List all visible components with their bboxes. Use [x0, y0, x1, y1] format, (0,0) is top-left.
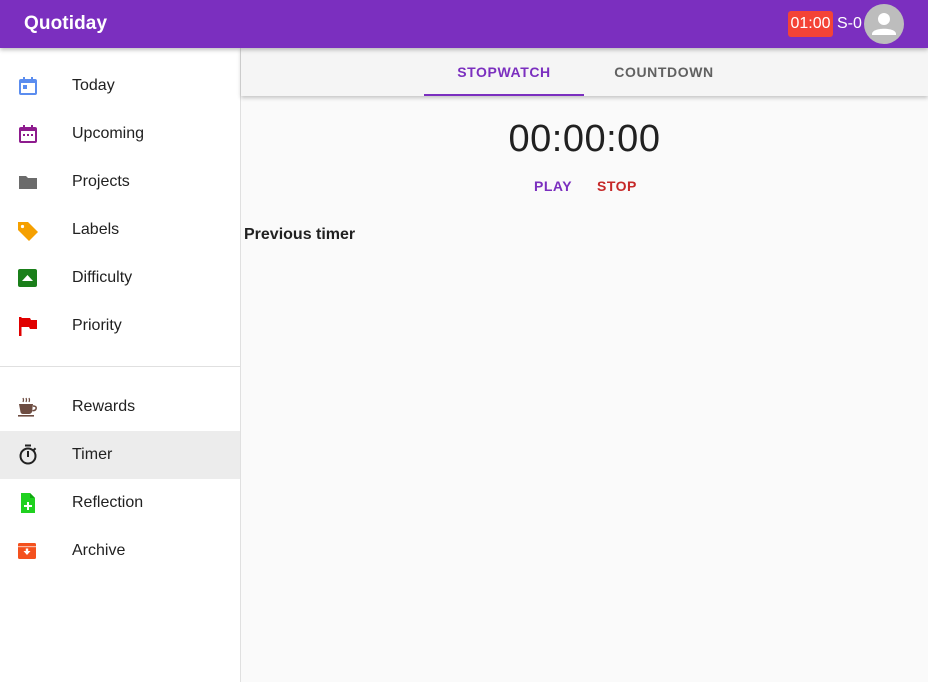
- sidebar-item-projects[interactable]: Projects: [0, 158, 240, 206]
- tab-indicator: [424, 94, 584, 96]
- sidebar-item-label: Labels: [72, 221, 120, 238]
- sidebar-divider: [0, 366, 240, 367]
- avatar[interactable]: [864, 4, 904, 44]
- calendar-today-icon: [16, 74, 40, 98]
- stop-button[interactable]: STOP: [597, 178, 637, 198]
- streak-counter: S-0: [837, 15, 862, 32]
- stopwatch-icon: [16, 443, 40, 467]
- timer-tabs: STOPWATCH COUNTDOWN: [241, 48, 928, 96]
- app-title[interactable]: Quotiday: [24, 13, 107, 35]
- archive-icon: [16, 539, 40, 563]
- sidebar-item-label: Today: [72, 77, 115, 94]
- previous-timer-heading: Previous timer: [244, 226, 356, 243]
- sidebar-item-archive[interactable]: Archive: [0, 527, 240, 575]
- person-icon: [872, 13, 896, 35]
- app-bar: Quotiday 01:00 S-0: [0, 0, 928, 48]
- sidebar-item-label: Difficulty: [72, 269, 133, 286]
- flag-icon: [16, 314, 40, 338]
- sidebar-item-label: Priority: [72, 317, 122, 334]
- sidebar-item-upcoming[interactable]: Upcoming: [0, 110, 240, 158]
- sidebar-item-reflection[interactable]: Reflection: [0, 479, 240, 527]
- calendar-upcoming-icon: [16, 122, 40, 146]
- sidebar-item-rewards[interactable]: Rewards: [0, 383, 240, 431]
- sidebar-item-today[interactable]: Today: [0, 62, 240, 110]
- sidebar-item-difficulty[interactable]: Difficulty: [0, 254, 240, 302]
- note-add-icon: [16, 491, 40, 515]
- sidebar-item-label: Timer: [72, 446, 113, 463]
- difficulty-up-icon: [16, 266, 40, 290]
- sidebar-item-label: Upcoming: [72, 125, 145, 142]
- play-button[interactable]: PLAY: [534, 178, 572, 198]
- sidebar-item-priority[interactable]: Priority: [0, 302, 240, 350]
- sidebar-item-label: Projects: [72, 173, 130, 190]
- sidebar-item-label: Reflection: [72, 494, 144, 511]
- label-tag-icon: [16, 218, 40, 242]
- sidebar-item-label: Rewards: [72, 398, 136, 415]
- timer-badge[interactable]: 01:00: [788, 11, 833, 37]
- folder-icon: [16, 170, 40, 194]
- sidebar-item-label: Archive: [72, 542, 126, 559]
- coffee-cup-icon: [16, 395, 40, 419]
- main-content: STOPWATCH COUNTDOWN 00:00:00 PLAY STOP P…: [241, 48, 928, 682]
- sidebar-item-labels[interactable]: Labels: [0, 206, 240, 254]
- tab-stopwatch[interactable]: STOPWATCH: [424, 48, 584, 96]
- sidebar-item-timer[interactable]: Timer: [0, 431, 240, 479]
- sidebar: Today Upcoming Projects Labels Difficult…: [0, 48, 241, 682]
- stopwatch-display: 00:00:00: [508, 118, 661, 160]
- tab-countdown[interactable]: COUNTDOWN: [584, 48, 744, 96]
